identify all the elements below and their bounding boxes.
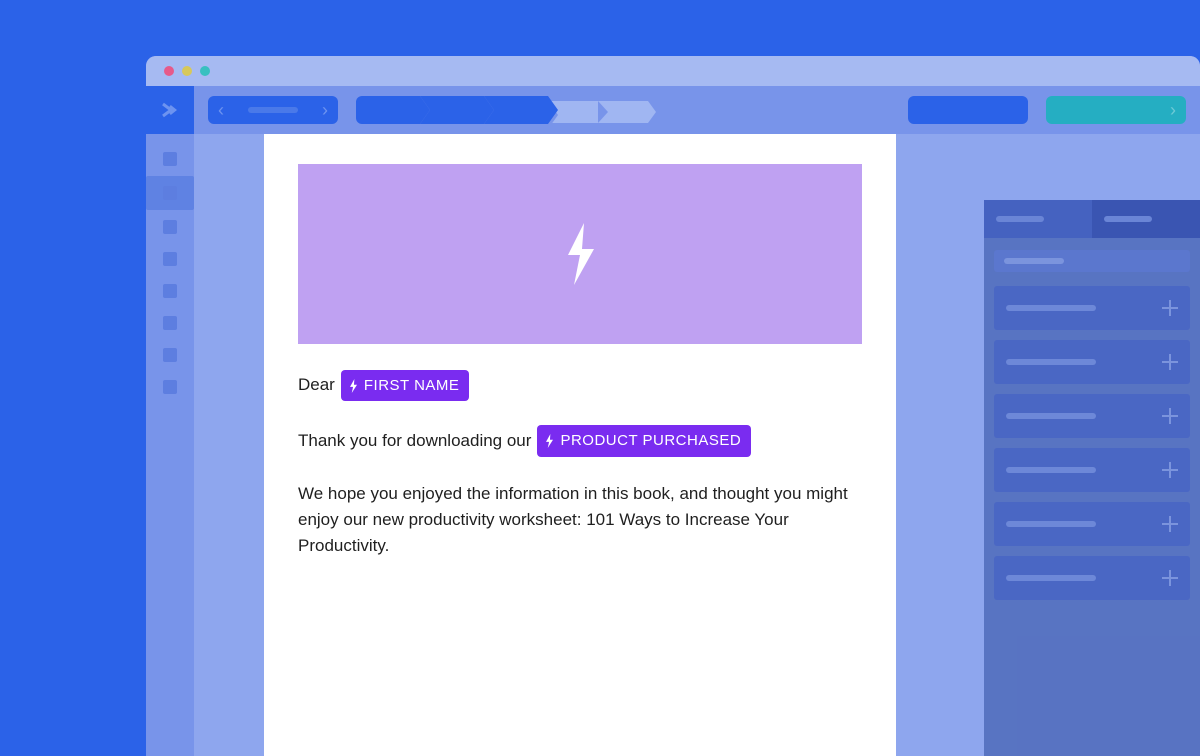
panel-items: [984, 280, 1200, 606]
browser-window: Dear FIRST NAME Thank you for downloadin…: [146, 56, 1200, 756]
right-panel: [984, 200, 1200, 756]
block-item[interactable]: [994, 556, 1190, 600]
block-label: [1006, 467, 1096, 473]
left-rail: [146, 86, 194, 756]
close-icon[interactable]: [164, 66, 174, 76]
greeting-prefix: Dear: [298, 372, 335, 398]
topbar: [194, 86, 1200, 134]
app-shell: Dear FIRST NAME Thank you for downloadin…: [146, 86, 1200, 756]
block-label: [1006, 305, 1096, 311]
greeting-line: Dear FIRST NAME: [298, 370, 862, 401]
panel-tabs: [984, 200, 1200, 238]
nav-back-forward[interactable]: [208, 96, 338, 124]
chevron-left-icon[interactable]: [218, 101, 224, 119]
drag-handle-icon[interactable]: [1162, 408, 1178, 424]
lightning-bolt-icon: [560, 223, 600, 285]
lightning-bolt-icon: [545, 434, 554, 448]
email-body: Dear FIRST NAME Thank you for downloadin…: [298, 344, 862, 560]
block-label: [1006, 413, 1096, 419]
maximize-icon[interactable]: [200, 66, 210, 76]
rail-items: [146, 134, 194, 394]
minimize-icon[interactable]: [182, 66, 192, 76]
step-inactive[interactable]: [598, 101, 648, 123]
logo-icon: [160, 100, 180, 120]
merge-tag-product[interactable]: PRODUCT PURCHASED: [537, 425, 751, 456]
app-main: Dear FIRST NAME Thank you for downloadin…: [194, 86, 1200, 756]
email-hero[interactable]: [298, 164, 862, 344]
block-label: [1006, 359, 1096, 365]
sidebar-item[interactable]: [163, 284, 177, 298]
panel-tab[interactable]: [1092, 200, 1200, 238]
step-active[interactable]: [356, 96, 420, 124]
sidebar-item[interactable]: [163, 380, 177, 394]
drag-handle-icon[interactable]: [1162, 462, 1178, 478]
block-label: [1006, 521, 1096, 527]
panel-tab[interactable]: [984, 200, 1092, 238]
sidebar-item[interactable]: [163, 252, 177, 266]
sidebar-item-active[interactable]: [146, 176, 194, 210]
merge-tag-label: PRODUCT PURCHASED: [560, 429, 741, 452]
secondary-action-button[interactable]: [908, 96, 1028, 124]
block-item[interactable]: [994, 286, 1190, 330]
panel-search[interactable]: [994, 250, 1190, 272]
sidebar-item[interactable]: [163, 220, 177, 234]
app-logo[interactable]: [146, 86, 194, 134]
merge-tag-first-name[interactable]: FIRST NAME: [341, 370, 470, 401]
chevron-right-icon: [1170, 100, 1176, 121]
block-label: [1006, 575, 1096, 581]
sidebar-item[interactable]: [163, 348, 177, 362]
block-item[interactable]: [994, 394, 1190, 438]
sidebar-item[interactable]: [163, 152, 177, 166]
thanks-line: Thank you for downloading our PRODUCT PU…: [298, 425, 862, 456]
drag-handle-icon[interactable]: [1162, 300, 1178, 316]
thanks-prefix: Thank you for downloading our: [298, 428, 531, 454]
block-item[interactable]: [994, 340, 1190, 384]
block-item[interactable]: [994, 502, 1190, 546]
sidebar-item[interactable]: [163, 316, 177, 330]
chevron-right-icon[interactable]: [322, 101, 328, 119]
nav-placeholder: [248, 107, 298, 113]
drag-handle-icon[interactable]: [1162, 354, 1178, 370]
email-canvas: Dear FIRST NAME Thank you for downloadin…: [264, 134, 896, 756]
merge-tag-label: FIRST NAME: [364, 374, 460, 397]
window-titlebar: [146, 56, 1200, 86]
block-item[interactable]: [994, 448, 1190, 492]
email-paragraph: We hope you enjoyed the information in t…: [298, 481, 858, 560]
workspace: Dear FIRST NAME Thank you for downloadin…: [194, 134, 1200, 756]
drag-handle-icon[interactable]: [1162, 516, 1178, 532]
lightning-bolt-icon: [349, 379, 358, 393]
drag-handle-icon[interactable]: [1162, 570, 1178, 586]
primary-action-button[interactable]: [1046, 96, 1186, 124]
progress-stepper: [356, 96, 648, 124]
